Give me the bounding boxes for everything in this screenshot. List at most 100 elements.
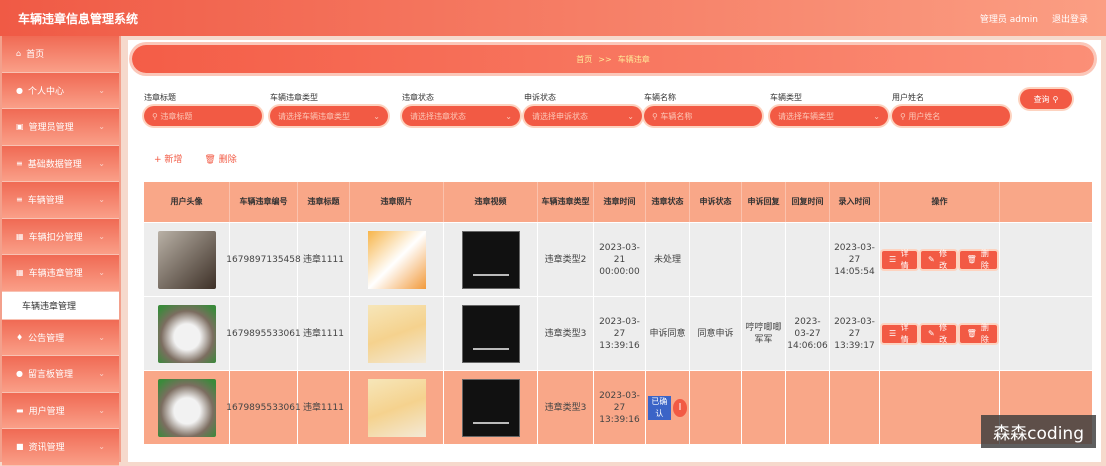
news-icon: ■ bbox=[16, 442, 24, 451]
sidebar-item[interactable]: ●个人中心⌄ bbox=[2, 73, 119, 110]
filter-label: 申诉状态 bbox=[524, 92, 642, 106]
admin-label: 管理员 admin bbox=[980, 12, 1038, 25]
violation-number-text: 1679895533061 bbox=[226, 402, 300, 414]
violation-status-text: 未处理 bbox=[654, 254, 681, 266]
sidebar-item-left: ≡基础数据管理 bbox=[16, 157, 82, 170]
query-button[interactable]: 查询 ⚲ bbox=[1020, 89, 1072, 109]
filter-input[interactable]: ⚲ 违章标题 bbox=[144, 106, 262, 126]
logout-link[interactable]: 退出登录 bbox=[1052, 12, 1088, 25]
filter-select[interactable]: 请选择违章状态⌄ bbox=[402, 106, 520, 126]
violation-video[interactable] bbox=[462, 379, 520, 437]
delete-button-label: 删除 bbox=[980, 322, 990, 346]
sidebar-item[interactable]: ≡车辆管理 ⌄ bbox=[2, 182, 119, 219]
filter-group: 车辆名称⚲ 车辆名称 bbox=[644, 92, 762, 126]
chevron-down-icon: ⌄ bbox=[373, 112, 380, 121]
sidebar-item[interactable]: ▦车辆扣分管理⌄ bbox=[2, 219, 119, 256]
sidebar-item[interactable]: ⌂首页 bbox=[2, 36, 119, 73]
sidebar-item-left: ▬用户管理 bbox=[16, 404, 65, 417]
trash-icon: 🗑 bbox=[967, 328, 977, 340]
add-button[interactable]: + 新增 bbox=[154, 152, 182, 165]
placeholder-text: 用户姓名 bbox=[908, 112, 940, 121]
filter-label: 违章标题 bbox=[144, 92, 262, 106]
filter-placeholder: 请选择车辆违章类型 bbox=[278, 111, 350, 122]
column-header: 申诉回复 bbox=[742, 182, 786, 222]
violation-time-text: 2023-03-27 13:39:16 bbox=[596, 316, 643, 352]
breadcrumb-home[interactable]: 首页 bbox=[576, 54, 592, 65]
placeholder-text: 请选择车辆违章类型 bbox=[278, 112, 350, 121]
photo-cell bbox=[350, 371, 444, 444]
sidebar-item-label: 首页 bbox=[26, 47, 44, 60]
detail-button[interactable]: ☰详情 bbox=[882, 251, 917, 269]
sidebar-item[interactable]: ■资讯管理⌄ bbox=[2, 429, 119, 466]
violation-type: 违章类型2 bbox=[538, 223, 594, 296]
entry-time: 2023-03-27 13:39:17 bbox=[830, 297, 880, 370]
appeal-reply bbox=[742, 371, 786, 444]
batch-delete-button[interactable]: 🗑 删除 bbox=[204, 152, 236, 165]
violation-photo[interactable] bbox=[368, 231, 426, 289]
filter-select[interactable]: 请选择车辆类型⌄ bbox=[770, 106, 888, 126]
violation-photo[interactable] bbox=[368, 379, 426, 437]
sidebar: ⌂首页●个人中心⌄▣管理员管理⌄≡基础数据管理⌄≡车辆管理⌄▦车辆扣分管理⌄▦车… bbox=[0, 36, 121, 462]
column-header: 违章状态 bbox=[646, 182, 690, 222]
violation-number: 1679897135458 bbox=[230, 223, 298, 296]
sidebar-item[interactable]: ≡基础数据管理⌄ bbox=[2, 146, 119, 183]
edit-button-label: 修改 bbox=[938, 248, 949, 272]
violation-video[interactable] bbox=[462, 231, 520, 289]
detail-button[interactable]: ☰详情 bbox=[882, 325, 917, 343]
sidebar-item[interactable]: ▣管理员管理⌄ bbox=[2, 109, 119, 146]
violation-title-text: 违章1111 bbox=[303, 254, 344, 266]
table-header: 用户头像车辆违章编号违章标题违章照片违章视频车辆违章类型违章时间违章状态申诉状态… bbox=[144, 182, 1092, 222]
violation-time-text: 2023-03-27 13:39:16 bbox=[596, 390, 643, 426]
photo-cell bbox=[350, 223, 444, 296]
filter-label: 违章状态 bbox=[402, 92, 520, 106]
filter-select[interactable]: 请选择车辆违章类型 ⌄ bbox=[270, 106, 388, 126]
appeal-reply: 哼哼唧唧军军 bbox=[742, 297, 786, 370]
filter-placeholder: ⚲ 车辆名称 bbox=[652, 111, 692, 122]
sidebar-item-label: 车辆管理 bbox=[28, 193, 64, 206]
filter-placeholder: ⚲ 违章标题 bbox=[152, 111, 192, 122]
edit-button[interactable]: ✎修改 bbox=[921, 325, 956, 343]
sidebar-item-label: 个人中心 bbox=[28, 84, 64, 97]
chevron-down-icon: ⌄ bbox=[98, 195, 105, 204]
chevron-down-icon: ⌄ bbox=[98, 333, 105, 342]
sidebar-item[interactable]: 车辆违章管理 bbox=[2, 292, 119, 320]
batch-delete-label: 删除 bbox=[219, 155, 237, 165]
filter-placeholder: 请选择违章状态 bbox=[410, 111, 466, 122]
violation-video[interactable] bbox=[462, 305, 520, 363]
reply-time-text: 2023-03-27 14:06:06 bbox=[787, 316, 827, 352]
violation-title: 违章1111 bbox=[298, 297, 350, 370]
violation-time-text: 2023-03-21 00:00:00 bbox=[596, 242, 643, 278]
trash-icon: 🗑 bbox=[204, 155, 215, 165]
table-row[interactable]: 1679895533061违章1111违章类型32023-03-27 13:39… bbox=[144, 370, 1092, 444]
filter-label: 车辆类型 bbox=[770, 92, 888, 106]
sidebar-item-left: ▦车辆违章管理 bbox=[16, 266, 83, 279]
sidebar-item[interactable]: ♦公告管理⌄ bbox=[2, 320, 119, 357]
row-actions: ☰详情✎修改🗑删除 bbox=[882, 251, 997, 269]
delete-button[interactable]: 🗑删除 bbox=[960, 251, 997, 269]
table-row[interactable]: 1679895533061违章1111违章类型32023-03-27 13:39… bbox=[144, 296, 1092, 370]
violation-photo[interactable] bbox=[368, 305, 426, 363]
delete-button[interactable]: 🗑删除 bbox=[960, 325, 997, 343]
edit-button[interactable]: ✎修改 bbox=[921, 251, 956, 269]
sidebar-item[interactable]: ●留言板管理⌄ bbox=[2, 356, 119, 393]
filter-input[interactable]: ⚲ 车辆名称 bbox=[644, 106, 762, 126]
placeholder-text: 违章标题 bbox=[160, 112, 192, 121]
column-header: 操作 bbox=[880, 182, 1000, 222]
video-cell bbox=[444, 223, 538, 296]
chevron-down-icon: ⌄ bbox=[98, 268, 105, 277]
violation-time: 2023-03-27 13:39:16 bbox=[594, 297, 646, 370]
table-row[interactable]: 1679897135458 违章1111 违章类型22023-03-21 00:00… bbox=[144, 222, 1092, 296]
filter-select[interactable]: 请选择申诉状态⌄ bbox=[524, 106, 642, 126]
detail-button-label: 详情 bbox=[899, 322, 910, 346]
violation-time: 2023-03-27 13:39:16 bbox=[594, 371, 646, 444]
sidebar-item-label: 车辆违章管理 bbox=[22, 299, 76, 312]
sidebar-item[interactable]: ▬用户管理⌄ bbox=[2, 393, 119, 430]
column-header: 违章时间 bbox=[594, 182, 646, 222]
sidebar-item[interactable]: ▦车辆违章管理 ⌄ bbox=[2, 255, 119, 292]
filter-input[interactable]: ⚲ 用户姓名 bbox=[892, 106, 1010, 126]
sidebar-item-left: ≡车辆管理 bbox=[16, 193, 64, 206]
watermark: 森森coding bbox=[981, 415, 1096, 448]
entry-time bbox=[830, 371, 880, 444]
filter-group: 车辆类型请选择车辆类型⌄ bbox=[770, 92, 888, 126]
violation-status-text: 已确认 bbox=[648, 396, 671, 420]
